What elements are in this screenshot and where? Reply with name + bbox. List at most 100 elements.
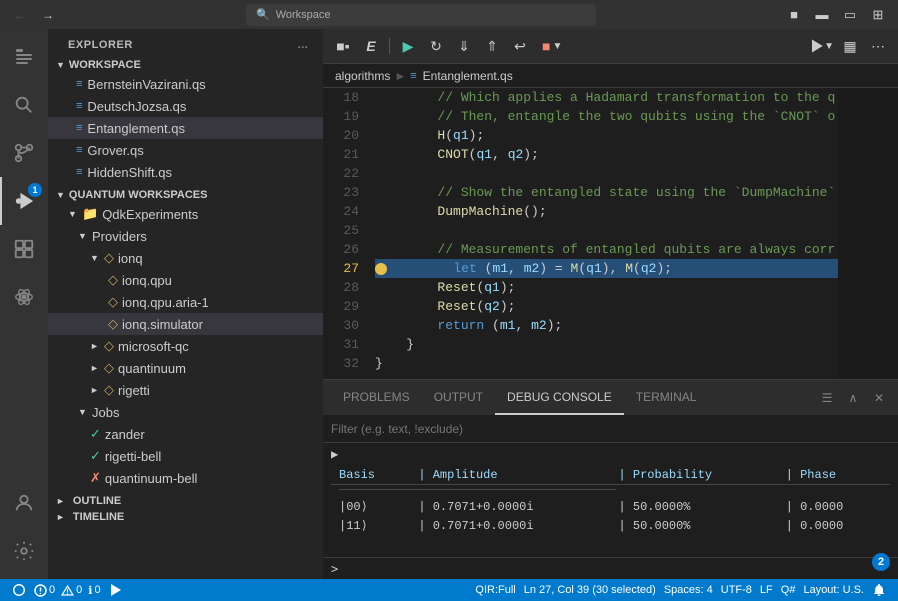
qdk-experiments-arrow: ▼ <box>68 209 78 219</box>
ionq-simulator[interactable]: ◇ ionq.simulator <box>48 313 323 335</box>
file-deutsch[interactable]: ≡ DeutschJozsa.qs <box>48 95 323 117</box>
file-bernstein[interactable]: ≡ BernsteinVazirani.qs <box>48 73 323 95</box>
file-grover[interactable]: ≡ Grover.qs <box>48 139 323 161</box>
quantum-workspaces-arrow: ▼ <box>56 190 65 200</box>
activity-item-accounts[interactable] <box>0 479 48 527</box>
grid-layout-button[interactable]: ⊞ <box>866 3 890 27</box>
ionq-qpu-aria[interactable]: ◇ ionq.qpu.aria-1 <box>48 291 323 313</box>
file-hiddenshift[interactable]: ≡ HiddenShift.qs <box>48 161 323 183</box>
editor-toolbar: ■▪ E ▶ ↻ ⇓ ⇑ ↩ ■ ▼ ▼ ▦ ⋯ <box>323 29 898 64</box>
file-icon-bernstein: ≡ <box>76 78 82 90</box>
panel-tabs: PROBLEMS OUTPUT DEBUG CONSOLE TERMINAL ☰… <box>323 380 898 415</box>
providers-section[interactable]: ▼ Providers <box>48 225 323 247</box>
ionq-aria-icon: ◇ <box>108 294 118 310</box>
rigetti-label: rigetti <box>118 383 150 398</box>
status-debug-arrow[interactable] <box>105 579 127 601</box>
activity-item-quantum[interactable] <box>0 273 48 321</box>
sidebar-more-button[interactable]: … <box>295 37 311 53</box>
breadcrumb: algorithms ► ≡ Entanglement.qs <box>323 64 898 88</box>
status-bell[interactable] <box>868 579 890 601</box>
forward-button[interactable]: → <box>36 3 60 27</box>
providers-arrow: ▼ <box>78 231 88 241</box>
activity-item-settings[interactable] <box>0 527 48 575</box>
toolbar-btn-step-up[interactable]: ⇑ <box>480 34 504 58</box>
activity-item-extensions[interactable] <box>0 225 48 273</box>
ln-23: 23 <box>331 183 359 202</box>
breadcrumb-algorithms[interactable]: algorithms <box>335 69 390 83</box>
job-rigetti-bell[interactable]: ✓ rigetti-bell <box>48 445 323 467</box>
panel-chevron-up[interactable]: ∧ <box>842 387 864 409</box>
activity-item-search[interactable] <box>0 81 48 129</box>
toolbar-run-dropdown[interactable]: ▼ <box>810 34 834 58</box>
tab-terminal[interactable]: TERMINAL <box>624 380 709 415</box>
quantinuum-label: quantinuum <box>118 361 186 376</box>
status-language[interactable]: Q# <box>777 579 800 601</box>
panel-close-btn[interactable]: ✕ <box>868 387 890 409</box>
provider-rigetti[interactable]: ► ◇ rigetti <box>48 379 323 401</box>
code-line-24: DumpMachine(); <box>375 202 838 221</box>
panel-layout-button[interactable]: ■ <box>782 3 806 27</box>
toolbar-btn-step-over[interactable]: ⇓ <box>452 34 476 58</box>
toolbar-btn-e[interactable]: E <box>359 34 383 58</box>
activity-item-debug[interactable]: 1 <box>0 177 48 225</box>
status-layout[interactable]: Layout: U.S. <box>799 579 868 601</box>
rigetti-arrow: ► <box>90 385 100 395</box>
table-header-row: Basis | Amplitude | Probability | Phase <box>331 466 890 485</box>
toolbar-btn-format[interactable]: ■▪ <box>331 34 355 58</box>
status-encoding[interactable]: UTF-8 <box>717 579 756 601</box>
quantum-workspaces-section[interactable]: ▼ QUANTUM WORKSPACES <box>48 187 323 203</box>
back-button[interactable]: ← <box>8 3 32 27</box>
search-bar[interactable]: 🔍 Workspace <box>246 4 596 26</box>
sidebar: EXPLORER … ▼ WORKSPACE ≡ BernsteinVazira… <box>48 29 323 579</box>
sidebar-layout-button[interactable]: ▬ <box>810 3 834 27</box>
qdk-experiments[interactable]: ▼ 📁 QdkExperiments <box>48 203 323 225</box>
table-separator-row: ────────────────────────────────────────… <box>331 485 890 498</box>
timeline-section[interactable]: ► TIMELINE <box>48 509 323 525</box>
ln-30: 30 <box>331 316 359 335</box>
panel-filter-btn[interactable]: ☰ <box>816 387 838 409</box>
quantinuum-bell-icon: ✗ <box>90 470 101 486</box>
job-quantinuum-bell[interactable]: ✗ quantinuum-bell <box>48 467 323 489</box>
status-remote[interactable] <box>8 579 30 601</box>
tab-problems[interactable]: PROBLEMS <box>331 380 422 415</box>
code-line-31: } <box>375 335 838 354</box>
filter-input[interactable] <box>331 422 890 436</box>
status-position[interactable]: Ln 27, Col 39 (30 selected) <box>520 579 660 601</box>
info-icon: ℹ <box>88 584 92 597</box>
toolbar-stop-dropdown[interactable]: ■ ▼ <box>536 36 568 56</box>
workspace-arrow: ▼ <box>56 60 65 70</box>
explorer-title: EXPLORER <box>68 39 133 51</box>
split-layout-button[interactable]: ▭ <box>838 3 862 27</box>
file-entanglement[interactable]: ≡ Entanglement.qs <box>48 117 323 139</box>
toolbar-split-editor[interactable]: ▦ <box>838 34 862 58</box>
jobs-section[interactable]: ▼ Jobs <box>48 401 323 423</box>
job-zander[interactable]: ✓ zander <box>48 423 323 445</box>
tab-debug-console[interactable]: DEBUG CONSOLE <box>495 380 624 415</box>
code-content[interactable]: 18 19 20 21 22 23 24 25 26 27 28 29 30 3… <box>323 88 898 379</box>
tab-output[interactable]: OUTPUT <box>422 380 495 415</box>
outline-arrow: ► <box>56 496 65 506</box>
outline-section[interactable]: ► OUTLINE <box>48 493 323 509</box>
timeline-label: TIMELINE <box>73 511 124 523</box>
code-line-30: return (m1, m2); <box>375 316 838 335</box>
provider-microsoft[interactable]: ► ◇ microsoft-qc <box>48 335 323 357</box>
ionq-qpu[interactable]: ◇ ionq.qpu <box>48 269 323 291</box>
quantinuum-icon: ◇ <box>104 360 114 376</box>
outline-label: OUTLINE <box>73 495 121 507</box>
status-line-ending[interactable]: LF <box>756 579 777 601</box>
activity-item-source-control[interactable] <box>0 129 48 177</box>
provider-ionq[interactable]: ▼ ◇ ionq <box>48 247 323 269</box>
breadcrumb-file[interactable]: Entanglement.qs <box>423 69 513 83</box>
workspace-section[interactable]: ▼ WORKSPACE <box>48 57 323 73</box>
toolbar-btn-restart[interactable]: ↻ <box>424 34 448 58</box>
activity-item-explorer[interactable] <box>0 33 48 81</box>
status-left: 0 0 ℹ 0 <box>8 579 127 601</box>
provider-quantinuum[interactable]: ► ◇ quantinuum <box>48 357 323 379</box>
toolbar-more[interactable]: ⋯ <box>866 34 890 58</box>
code-lines[interactable]: // Which applies a Hadamard transformati… <box>367 88 838 379</box>
status-qir[interactable]: QIR:Full <box>471 579 519 601</box>
status-errors[interactable]: 0 0 ℹ 0 <box>30 579 105 601</box>
toolbar-btn-run[interactable]: ▶ <box>396 34 420 58</box>
toolbar-btn-undo[interactable]: ↩ <box>508 34 532 58</box>
status-spaces[interactable]: Spaces: 4 <box>660 579 717 601</box>
